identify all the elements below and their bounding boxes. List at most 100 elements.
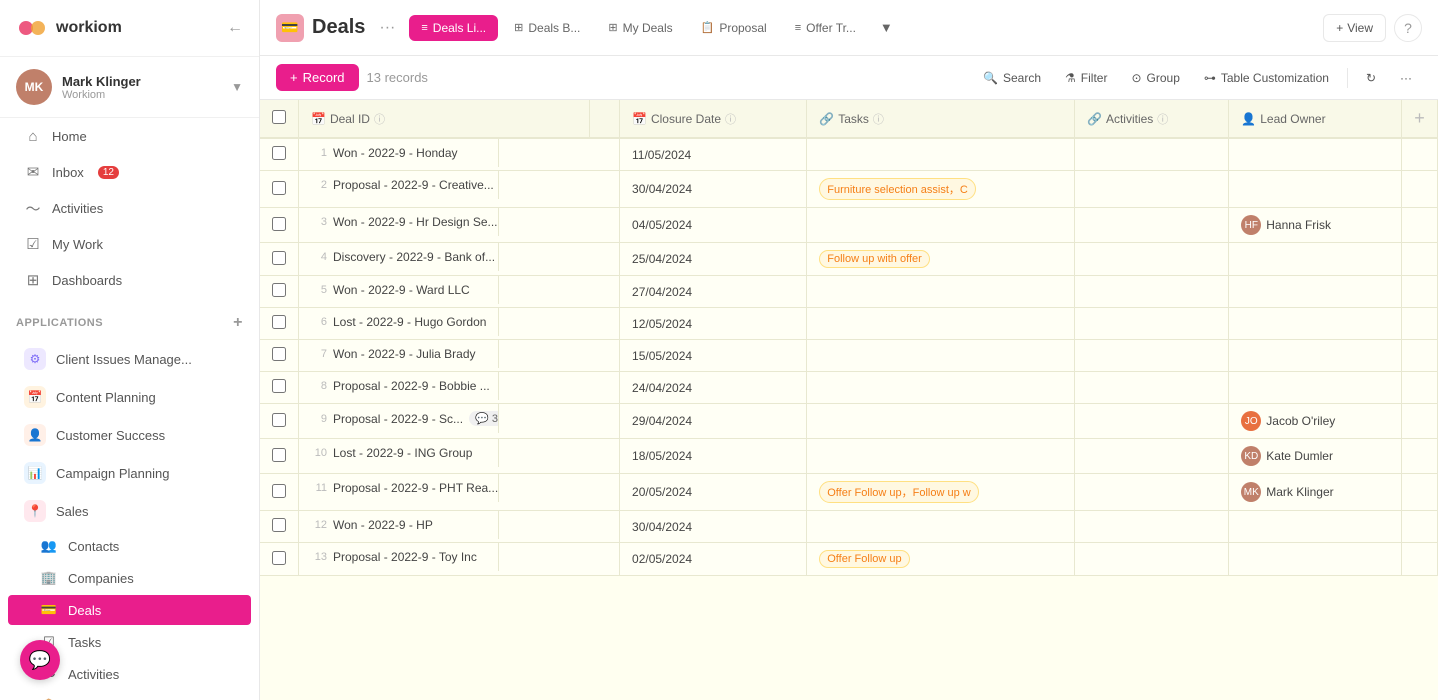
- table-row[interactable]: 11 Proposal - 2022-9 - PHT Rea... 20/05/…: [260, 474, 1438, 511]
- add-record-button[interactable]: + Record: [276, 64, 359, 91]
- th-deal-id-info[interactable]: ⓘ: [374, 111, 385, 127]
- row-lead-owner: [1229, 171, 1402, 208]
- row-deal-id[interactable]: 6 Lost - 2022-9 - Hugo Gordon: [299, 308, 499, 336]
- row-deal-id[interactable]: 1 Won - 2022-9 - Honday: [299, 139, 499, 167]
- th-tasks-icon: 🔗: [819, 112, 834, 126]
- row-deal-id[interactable]: 2 Proposal - 2022-9 - Creative...: [299, 171, 499, 199]
- search-button[interactable]: 🔍 Search: [973, 66, 1051, 90]
- toolbar-separator: [1347, 68, 1348, 88]
- row-deal-id[interactable]: 5 Won - 2022-9 - Ward LLC: [299, 276, 499, 304]
- table-row[interactable]: 12 Won - 2022-9 - HP 30/04/2024: [260, 511, 1438, 543]
- tab-proposal[interactable]: 📋 Proposal: [689, 15, 779, 41]
- more-options-button[interactable]: ···: [1390, 66, 1422, 90]
- table-row[interactable]: 6 Lost - 2022-9 - Hugo Gordon 12/05/2024: [260, 308, 1438, 340]
- table-row[interactable]: 10 Lost - 2022-9 - ING Group 18/05/2024 …: [260, 439, 1438, 474]
- tab-offer-tr[interactable]: ≡ Offer Tr...: [783, 15, 868, 41]
- filter-button[interactable]: ⚗ Filter: [1055, 66, 1117, 90]
- task-tag: Offer Follow up: [819, 550, 909, 568]
- inbox-badge: 12: [98, 166, 119, 179]
- table-row[interactable]: 8 Proposal - 2022-9 - Bobbie ... 24/04/2…: [260, 372, 1438, 404]
- sidebar-item-dashboards[interactable]: ⊞ Dashboards: [8, 263, 251, 297]
- row-checkbox[interactable]: [272, 448, 286, 462]
- table-row[interactable]: 3 Won - 2022-9 - Hr Design Se... 04/05/2…: [260, 208, 1438, 243]
- row-checkbox[interactable]: [272, 379, 286, 393]
- page-more-button[interactable]: ···: [373, 15, 401, 41]
- row-add: [1402, 404, 1438, 439]
- row-deal-id[interactable]: 8 Proposal - 2022-9 - Bobbie ...: [299, 372, 499, 400]
- th-deal-id[interactable]: 📅 Deal ID ⓘ: [299, 100, 590, 138]
- sidebar-collapse-button[interactable]: ←: [227, 19, 243, 37]
- help-button[interactable]: ?: [1394, 14, 1422, 42]
- th-lead-owner-icon: 👤: [1241, 112, 1256, 126]
- tab-deals-b[interactable]: ⊞ Deals B...: [502, 15, 592, 41]
- sidebar-item-content-planning[interactable]: 📅 Content Planning: [8, 379, 251, 415]
- row-deal-id[interactable]: 9 Proposal - 2022-9 - Sc... 💬 3: [299, 404, 499, 433]
- th-tasks-info[interactable]: ⓘ: [873, 111, 884, 127]
- row-checkbox[interactable]: [272, 146, 286, 160]
- row-deal-id[interactable]: 11 Proposal - 2022-9 - PHT Rea...: [299, 474, 499, 502]
- row-checkbox-cell: [260, 243, 299, 276]
- table-row[interactable]: 2 Proposal - 2022-9 - Creative... 30/04/…: [260, 171, 1438, 208]
- sidebar-item-campaign-planning[interactable]: 📊 Campaign Planning: [8, 455, 251, 491]
- table-row[interactable]: 7 Won - 2022-9 - Julia Brady 15/05/2024: [260, 340, 1438, 372]
- th-activities[interactable]: 🔗 Activities ⓘ: [1074, 100, 1228, 138]
- th-tasks[interactable]: 🔗 Tasks ⓘ: [807, 100, 1075, 138]
- row-extra: [590, 474, 620, 511]
- chat-button[interactable]: 💬: [20, 640, 60, 680]
- row-checkbox[interactable]: [272, 283, 286, 297]
- select-all-checkbox[interactable]: [272, 110, 286, 124]
- row-checkbox[interactable]: [272, 315, 286, 329]
- sidebar-item-customer-success[interactable]: 👤 Customer Success: [8, 417, 251, 453]
- customize-button[interactable]: ⊶ Table Customization: [1194, 66, 1339, 90]
- sidebar-item-companies[interactable]: 🏢 Companies: [8, 563, 251, 593]
- table-row[interactable]: 5 Won - 2022-9 - Ward LLC 27/04/2024: [260, 276, 1438, 308]
- row-activities: [1074, 543, 1228, 576]
- refresh-button[interactable]: ↻: [1356, 66, 1386, 90]
- th-closure-date-info[interactable]: ⓘ: [725, 111, 736, 127]
- add-application-button[interactable]: +: [233, 314, 243, 332]
- row-checkbox[interactable]: [272, 484, 286, 498]
- table-row[interactable]: 1 Won - 2022-9 - Honday 11/05/2024: [260, 138, 1438, 171]
- row-deal-id[interactable]: 13 Proposal - 2022-9 - Toy Inc: [299, 543, 499, 571]
- row-checkbox[interactable]: [272, 181, 286, 195]
- row-checkbox-cell: [260, 308, 299, 340]
- sidebar-item-mywork[interactable]: ☑ My Work: [8, 227, 251, 261]
- row-deal-id[interactable]: 12 Won - 2022-9 - HP: [299, 511, 499, 539]
- row-deal-id[interactable]: 7 Won - 2022-9 - Julia Brady: [299, 340, 499, 368]
- row-lead-owner: [1229, 511, 1402, 543]
- row-checkbox[interactable]: [272, 551, 286, 565]
- table-row[interactable]: 9 Proposal - 2022-9 - Sc... 💬 3 29/04/20…: [260, 404, 1438, 439]
- sidebar-item-sales[interactable]: 📍 Sales: [8, 493, 251, 529]
- tab-dropdown-button[interactable]: ▼: [872, 14, 901, 41]
- row-deal-id[interactable]: 3 Won - 2022-9 - Hr Design Se...: [299, 208, 499, 236]
- user-info: Mark Klinger Workiom: [62, 74, 221, 101]
- tab-deals-list[interactable]: ≡ Deals Li...: [409, 15, 498, 41]
- row-checkbox[interactable]: [272, 347, 286, 361]
- sidebar-item-inbox[interactable]: ✉ Inbox 12: [8, 155, 251, 189]
- sidebar-item-activities[interactable]: 〜 Activities: [8, 191, 251, 225]
- sidebar-item-home[interactable]: ⌂ Home: [8, 119, 251, 153]
- row-closure-date: 15/05/2024: [620, 340, 807, 372]
- th-add-column[interactable]: +: [1402, 100, 1438, 138]
- row-checkbox[interactable]: [272, 518, 286, 532]
- row-checkbox[interactable]: [272, 217, 286, 231]
- tab-my-deals[interactable]: ⊞ My Deals: [596, 15, 684, 41]
- table-row[interactable]: 4 Discovery - 2022-9 - Bank of... 25/04/…: [260, 243, 1438, 276]
- th-lead-owner[interactable]: 👤 Lead Owner: [1229, 100, 1402, 138]
- user-profile[interactable]: MK Mark Klinger Workiom ▼: [0, 57, 259, 118]
- sidebar-item-client-issues[interactable]: ⚙ Client Issues Manage...: [8, 341, 251, 377]
- th-activities-info[interactable]: ⓘ: [1157, 111, 1168, 127]
- row-deal-id[interactable]: 4 Discovery - 2022-9 - Bank of...: [299, 243, 499, 271]
- sidebar-item-products[interactable]: 📦 Products/Services: [8, 691, 251, 700]
- th-closure-date[interactable]: 📅 Closure Date ⓘ: [620, 100, 807, 138]
- group-button[interactable]: ⊙ Group: [1121, 66, 1189, 90]
- row-deal-id[interactable]: 10 Lost - 2022-9 - ING Group: [299, 439, 499, 467]
- row-checkbox[interactable]: [272, 251, 286, 265]
- table-row[interactable]: 13 Proposal - 2022-9 - Toy Inc 02/05/202…: [260, 543, 1438, 576]
- sidebar-item-deals[interactable]: 💳 Deals: [8, 595, 251, 625]
- th-checkbox[interactable]: [260, 100, 299, 138]
- row-checkbox[interactable]: [272, 413, 286, 427]
- add-view-button[interactable]: + View: [1323, 14, 1386, 42]
- sidebar-item-contacts[interactable]: 👥 Contacts: [8, 531, 251, 561]
- avatar: MK: [16, 69, 52, 105]
